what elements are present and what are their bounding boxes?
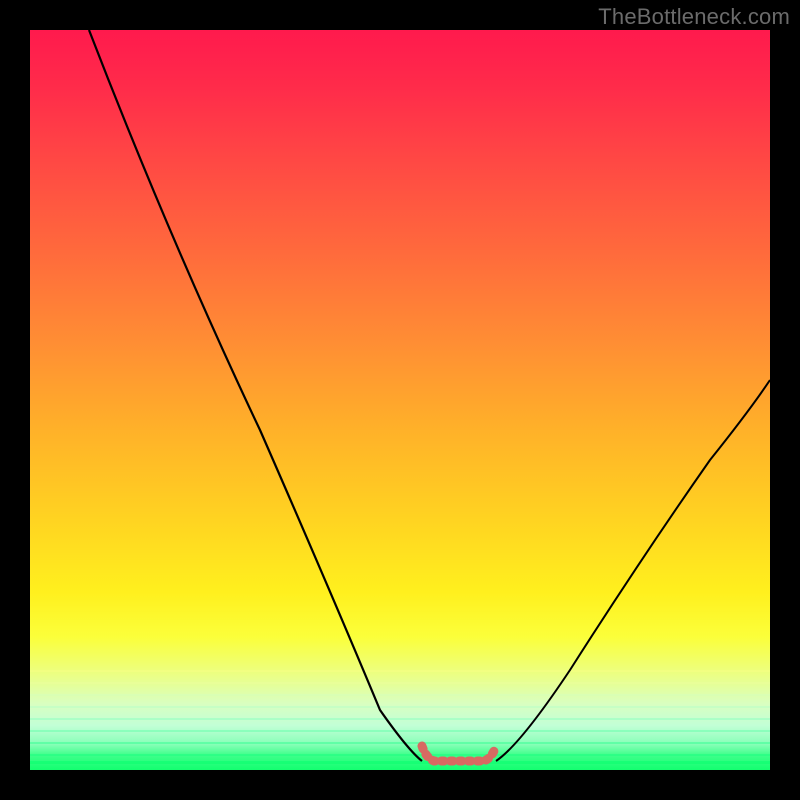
marker-path xyxy=(422,746,496,761)
chart-frame: TheBottleneck.com xyxy=(0,0,800,800)
plot-area xyxy=(30,30,770,770)
watermark-text: TheBottleneck.com xyxy=(598,4,790,30)
optimal-zone-marker xyxy=(30,30,770,770)
